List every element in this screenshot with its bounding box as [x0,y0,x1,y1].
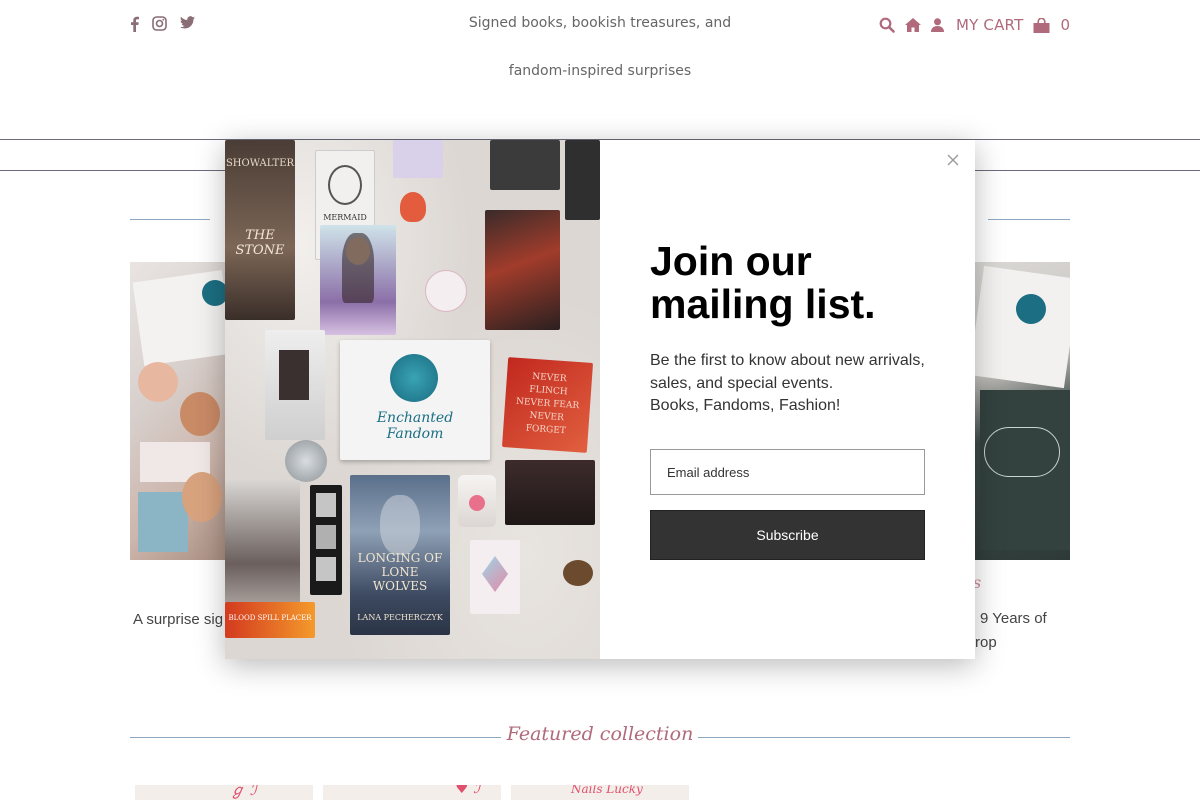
collage-crystal-card [470,540,520,614]
featured-product-thumb-1[interactable]: ℊ ℐ [135,785,313,800]
shopping-bag-icon[interactable] [1033,17,1050,33]
collage-dark-card-2 [565,140,600,220]
collage-photo-card [265,330,325,440]
product-card-caption-left: A surprise sig [133,611,224,628]
collage-film-strip [310,485,342,595]
collage-art-print-group [505,460,595,525]
social-links [130,16,195,32]
subscribe-button[interactable]: Subscribe [650,510,925,560]
newsletter-popup-image: SHOWALTER THE STONE MERMAID Enchanted Fa… [225,140,600,659]
collage-card-lilac [393,140,443,178]
featured-divider-right [698,737,1070,738]
email-field[interactable] [650,449,925,495]
collage-dark-card-1 [490,140,560,190]
collage-candle-tin [285,440,327,482]
newsletter-description: Be the first to know about new arrivals,… [650,350,950,418]
product-card-image-left[interactable] [130,262,230,560]
featured-divider-left [130,737,501,738]
cart-link[interactable]: MY CART [956,16,1024,34]
collage-candle-jar [458,475,496,527]
home-icon[interactable] [904,18,921,32]
cart-count: 0 [1060,16,1070,34]
newsletter-popup-content: Join our mailing list. Be the first to k… [600,140,975,659]
header-actions: MY CART 0 [879,16,1070,34]
instagram-icon[interactable] [152,16,167,32]
product-card-caption-right-line1: 9 Years of [980,610,1047,627]
collage-book-lone-wolves: LONGING OF LONE WOLVES LANA PECHERCZYK [350,475,450,635]
newsletter-heading: Join our mailing list. [650,238,876,327]
collage-book-stone: SHOWALTER THE STONE [225,140,295,320]
account-icon[interactable] [930,18,944,32]
newsletter-description-line1: Be the first to know about new arrivals,… [650,352,925,392]
collage-bookmark: BLOOD SPILL PLACER [225,602,315,638]
site-tagline-line2: fandom-inspired surprises [508,63,692,79]
collage-art-print-elf [320,225,396,335]
collage-round-sticker [425,270,467,312]
featured-product-thumb-3[interactable]: Nails Lucky [511,785,689,800]
product-card-image-right[interactable] [970,262,1070,560]
newsletter-description-line2: Books, Fandoms, Fashion! [650,397,841,414]
close-icon[interactable] [945,152,961,168]
section-divider-right [988,219,1070,220]
featured-collection-title: Featured collection [506,723,694,745]
collage-red-cards: NEVER FLINCH NEVER FEAR NEVER FORGET [501,357,594,453]
facebook-icon[interactable] [130,16,139,32]
collage-flame-sticker [400,192,426,222]
product-card-caption-right-line2: rop [975,634,997,651]
twitter-icon[interactable] [180,16,195,32]
collage-enchanted-fandom-box: Enchanted Fandom [340,340,490,460]
collage-bear-sticker [563,560,593,586]
featured-product-thumb-2[interactable]: ♥ ℐ [323,785,501,800]
search-icon[interactable] [879,17,895,33]
collage-art-print-dark [485,210,560,330]
collage-art-print-couple [225,480,300,620]
newsletter-popup: SHOWALTER THE STONE MERMAID Enchanted Fa… [225,140,975,659]
site-tagline-line1: Signed books, bookish treasures, and [468,15,732,31]
section-divider-left [130,219,210,220]
